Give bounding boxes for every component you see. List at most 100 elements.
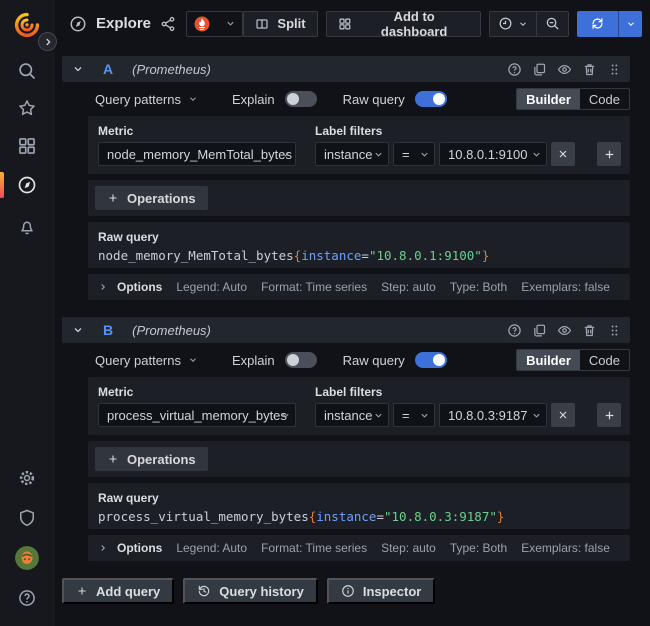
zoom-out-button[interactable] — [536, 12, 568, 36]
toggle-visibility-eye-icon[interactable] — [557, 323, 572, 338]
duplicate-query-icon[interactable] — [532, 62, 547, 77]
filter-label-select[interactable]: instance — [315, 403, 389, 427]
query-patterns-dropdown[interactable]: Query patterns — [95, 353, 198, 368]
filter-operator-select[interactable]: = — [393, 403, 435, 427]
metric-select[interactable]: node_memory_MemTotal_bytes — [98, 142, 296, 166]
add-operation-button[interactable]: Operations — [95, 447, 208, 471]
query-toolbar-b: Query patterns Explain Raw query Builder… — [88, 349, 630, 371]
query-patterns-dropdown[interactable]: Query patterns — [95, 92, 198, 107]
code-mode-button[interactable]: Code — [580, 350, 629, 370]
chevron-down-icon — [188, 355, 198, 365]
remove-query-trash-icon[interactable] — [582, 323, 597, 338]
drag-handle-icon[interactable] — [607, 323, 622, 338]
filter-operator-select[interactable]: = — [393, 142, 435, 166]
split-label: Split — [277, 16, 305, 31]
add-query-label: Add query — [96, 584, 160, 599]
active-nav-indicator — [0, 172, 4, 198]
metric-select[interactable]: process_virtual_memory_bytes — [98, 403, 296, 427]
help-icon[interactable] — [17, 588, 37, 608]
star-icon[interactable] — [17, 98, 37, 118]
editor-mode-switch: Builder Code — [516, 88, 630, 110]
inspector-button[interactable]: Inspector — [327, 578, 436, 604]
query-ref-id[interactable]: B — [103, 322, 113, 338]
add-to-dashboard-button[interactable]: Add to dashboard — [326, 11, 481, 37]
operations-row-a: Operations — [88, 180, 630, 216]
code-close-brace: } — [482, 248, 490, 263]
chevron-down-icon — [225, 18, 236, 29]
label-filters-label: Label filters — [315, 124, 382, 138]
run-query-interval-dropdown[interactable] — [618, 11, 642, 37]
sidebar-expand-button[interactable] — [38, 32, 57, 51]
chevron-down-icon — [373, 410, 384, 421]
collapse-chevron-icon[interactable] — [72, 63, 84, 75]
code-close-brace: } — [497, 509, 505, 524]
duplicate-query-icon[interactable] — [532, 323, 547, 338]
grafana-explore-app: Explore Split Add to dashboard — [0, 0, 650, 626]
split-button[interactable]: Split — [243, 11, 317, 37]
search-icon[interactable] — [17, 61, 37, 81]
chevron-right-icon[interactable] — [98, 543, 108, 553]
dashboards-icon[interactable] — [17, 136, 37, 156]
query-help-icon[interactable] — [507, 62, 522, 77]
query-row-header-b[interactable]: B (Prometheus) — [62, 317, 630, 343]
explore-compass-icon[interactable] — [17, 175, 37, 195]
settings-gear-icon[interactable] — [17, 468, 37, 488]
builder-mode-button[interactable]: Builder — [517, 89, 580, 109]
run-query-button[interactable] — [577, 11, 618, 37]
add-operation-button[interactable]: Operations — [95, 186, 208, 210]
option-step: Step: auto — [381, 541, 436, 555]
datasource-picker[interactable] — [186, 11, 243, 37]
alerting-bell-icon[interactable] — [17, 217, 37, 237]
query-history-button[interactable]: Query history — [183, 578, 318, 604]
toggle-visibility-eye-icon[interactable] — [557, 62, 572, 77]
builder-mode-button[interactable]: Builder — [517, 350, 580, 370]
metric-value: node_memory_MemTotal_bytes — [107, 147, 292, 162]
raw-query-toggle-label: Raw query — [343, 92, 405, 107]
explain-toggle[interactable] — [285, 91, 317, 107]
chevron-down-icon — [373, 149, 384, 160]
add-filter-button[interactable] — [597, 142, 621, 166]
filter-value: 10.8.0.3:9187 — [448, 408, 528, 423]
grafana-logo[interactable] — [13, 11, 41, 39]
close-icon — [557, 148, 569, 160]
options-row-a[interactable]: Options Legend: Auto Format: Time series… — [88, 274, 630, 300]
add-to-dashboard-label: Add to dashboard — [359, 9, 469, 39]
filter-label-select[interactable]: instance — [315, 142, 389, 166]
query-row-header-a[interactable]: A (Prometheus) — [62, 56, 630, 82]
collapse-chevron-icon[interactable] — [72, 324, 84, 336]
add-query-button[interactable]: Add query — [62, 578, 174, 604]
time-picker-button[interactable] — [490, 12, 536, 36]
query-ref-id[interactable]: A — [103, 61, 113, 77]
zoom-out-icon — [545, 16, 560, 31]
filter-value-select[interactable]: 10.8.0.3:9187 — [439, 403, 547, 427]
chevron-right-icon[interactable] — [98, 282, 108, 292]
raw-query-toggle[interactable] — [415, 352, 447, 368]
plus-icon — [76, 585, 88, 597]
explain-toggle[interactable] — [285, 352, 317, 368]
split-icon — [255, 17, 269, 31]
raw-query-toggle-label: Raw query — [343, 353, 405, 368]
query-patterns-label: Query patterns — [95, 92, 181, 107]
filter-value-select[interactable]: 10.8.0.1:9100 — [439, 142, 547, 166]
remove-filter-button[interactable] — [551, 403, 575, 427]
editor-mode-switch: Builder Code — [516, 349, 630, 371]
code-metric: process_virtual_memory_bytes — [98, 509, 309, 524]
code-label-name: instance — [316, 509, 376, 524]
code-mode-button[interactable]: Code — [580, 89, 629, 109]
admin-shield-icon[interactable] — [17, 508, 37, 528]
share-icon[interactable] — [160, 16, 176, 32]
remove-query-trash-icon[interactable] — [582, 62, 597, 77]
add-filter-button[interactable] — [597, 403, 621, 427]
query-datasource-label: (Prometheus) — [132, 62, 211, 77]
options-row-b[interactable]: Options Legend: Auto Format: Time series… — [88, 535, 630, 561]
chevron-down-icon — [419, 410, 430, 421]
prometheus-icon — [193, 15, 211, 33]
raw-query-toggle[interactable] — [415, 91, 447, 107]
page-title: Explore — [96, 15, 151, 32]
explain-label: Explain — [232, 92, 275, 107]
query-help-icon[interactable] — [507, 323, 522, 338]
remove-filter-button[interactable] — [551, 142, 575, 166]
user-avatar[interactable] — [15, 546, 39, 570]
filter-label-value: instance — [324, 147, 372, 162]
drag-handle-icon[interactable] — [607, 62, 622, 77]
